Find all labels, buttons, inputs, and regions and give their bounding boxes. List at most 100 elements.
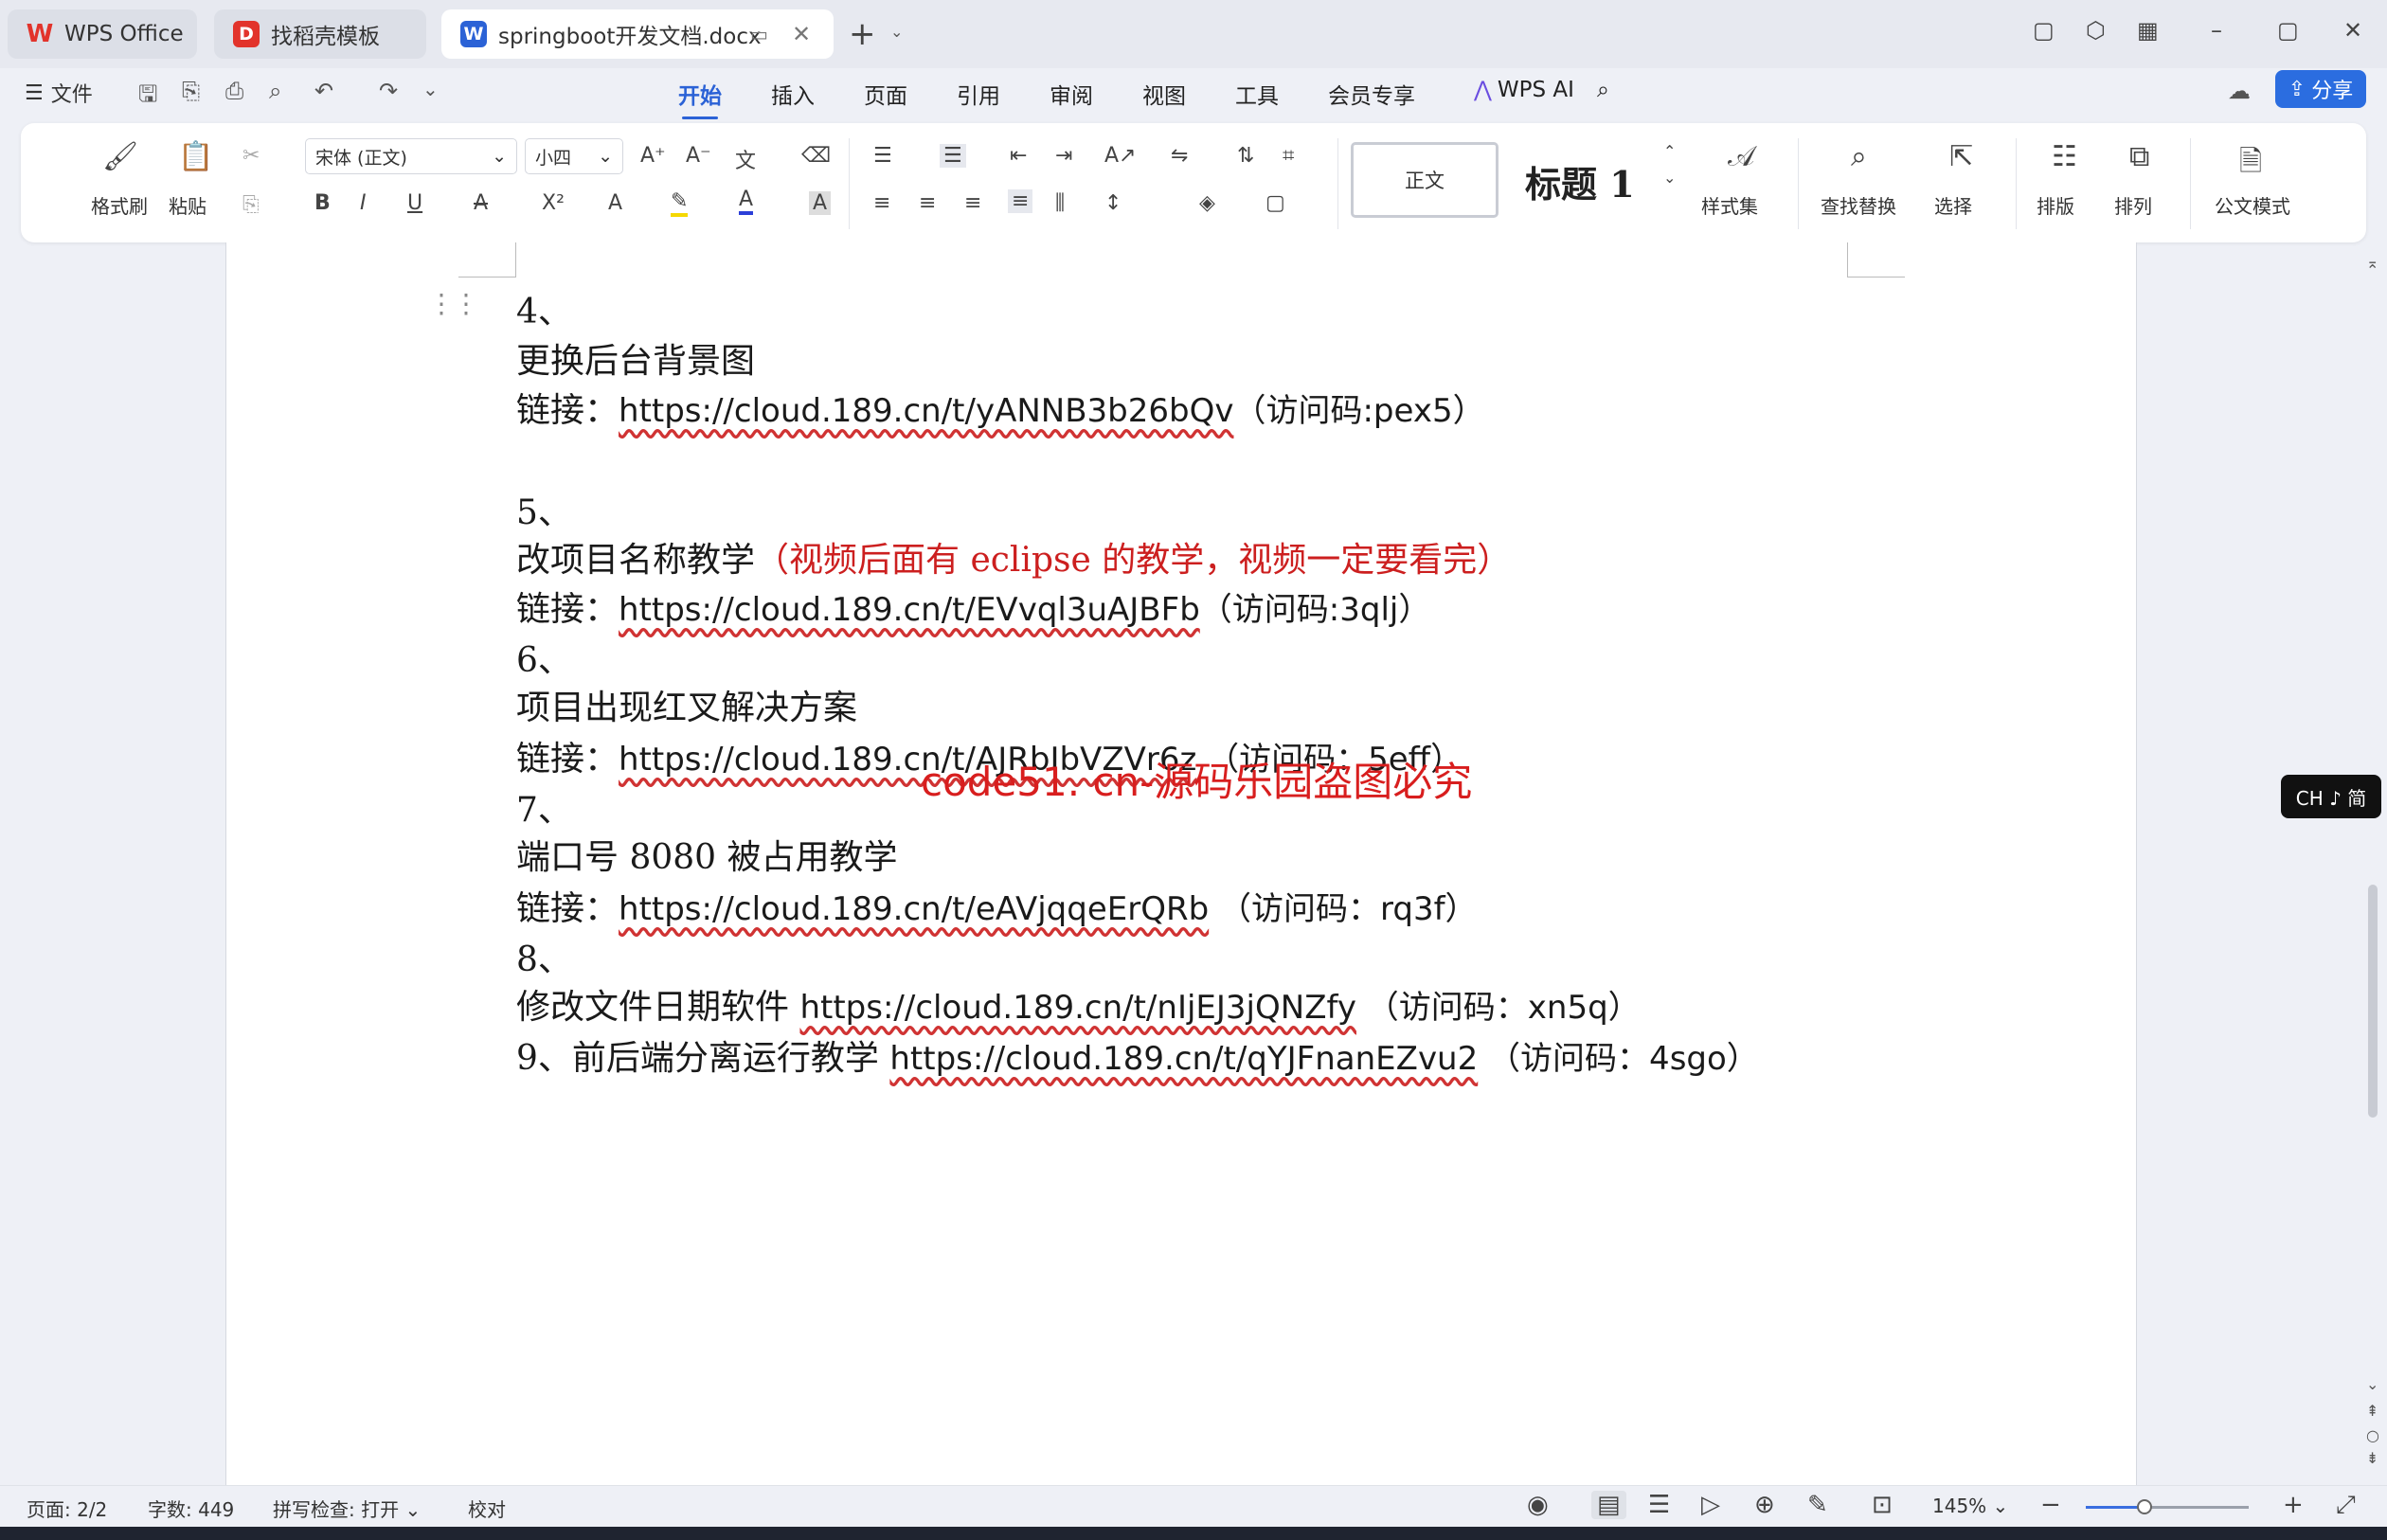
- scroll-down-icon[interactable]: ⌄: [1663, 169, 1676, 187]
- pen-icon[interactable]: ✎: [1807, 1491, 1828, 1519]
- increase-indent-icon[interactable]: ⇥: [1055, 144, 1072, 168]
- new-tab-icon[interactable]: +: [849, 15, 876, 53]
- redo-icon[interactable]: ↷: [379, 78, 398, 104]
- underline-icon[interactable]: U: [407, 191, 422, 215]
- close-window-icon[interactable]: ✕: [2343, 17, 2362, 44]
- scroll-up-icon[interactable]: ⌃: [1663, 142, 1676, 160]
- shrink-font-icon[interactable]: A⁻: [686, 144, 711, 168]
- vertical-scrollbar[interactable]: [2368, 885, 2378, 1118]
- chevron-down-icon[interactable]: ⌄: [422, 78, 439, 100]
- shading-icon[interactable]: ◈: [1199, 191, 1215, 215]
- outline-view-icon[interactable]: ☰: [1648, 1491, 1670, 1519]
- doc-link[interactable]: https://cloud.189.cn/t/EVvql3uAJBFb: [619, 591, 1200, 629]
- arrange-button[interactable]: 排列: [2114, 191, 2152, 219]
- select-button[interactable]: 选择: [1934, 191, 1972, 219]
- save-icon[interactable]: 🖫: [138, 78, 157, 116]
- next-page-icon[interactable]: ⇟: [2366, 1449, 2378, 1467]
- text-direction-icon[interactable]: A↗: [1104, 144, 1136, 168]
- copy-icon[interactable]: ⎘: [242, 193, 260, 217]
- tab-insert[interactable]: 插入: [771, 78, 815, 110]
- text-effect-icon[interactable]: A: [608, 191, 622, 215]
- print-icon[interactable]: ⎙: [225, 78, 243, 104]
- borders-icon[interactable]: ▢: [1265, 191, 1285, 215]
- file-menu[interactable]: ☰ 文件: [25, 78, 93, 108]
- wps-ai-button[interactable]: ⋀ WPS AI: [1474, 78, 1574, 102]
- print-preview-icon[interactable]: ⌕: [269, 78, 281, 104]
- window-layout-icon[interactable]: ▢: [2033, 17, 2055, 44]
- avatar[interactable]: ▦: [2137, 17, 2159, 44]
- superscript-icon[interactable]: X²: [542, 191, 565, 215]
- tab-home[interactable]: 开始: [678, 78, 722, 119]
- font-size-select[interactable]: 小四 ⌄: [525, 138, 623, 174]
- layout-button[interactable]: 排版: [2037, 191, 2074, 219]
- official-mode-button[interactable]: 公文模式: [2215, 191, 2290, 219]
- search-icon[interactable]: ⌕: [1597, 78, 1609, 102]
- screen-icon[interactable]: ▭: [750, 23, 768, 45]
- bold-icon[interactable]: B: [314, 191, 331, 215]
- align-left-icon[interactable]: ≡: [873, 191, 890, 215]
- grow-font-icon[interactable]: A⁺: [640, 144, 666, 168]
- find-replace-button[interactable]: 查找替换: [1821, 191, 1896, 219]
- word-count[interactable]: 字数: 449: [148, 1495, 234, 1522]
- play-icon[interactable]: ▷: [1701, 1491, 1720, 1519]
- fullscreen-icon[interactable]: ⤢: [2336, 1491, 2356, 1520]
- decrease-indent-icon[interactable]: ⇤: [1010, 144, 1027, 168]
- cloud-upload-icon[interactable]: ☁: [2228, 78, 2251, 104]
- align-right-icon[interactable]: ≡: [964, 191, 981, 215]
- italic-icon[interactable]: I: [360, 191, 367, 215]
- tab-tools[interactable]: 工具: [1235, 78, 1279, 110]
- tab-wps-office[interactable]: W WPS Office: [8, 9, 197, 59]
- sort-icon[interactable]: ⇅: [1237, 144, 1254, 168]
- numbered-list-icon[interactable]: ☰: [940, 144, 966, 168]
- cut-icon[interactable]: ✂: [242, 144, 260, 168]
- select-browse-icon[interactable]: ○: [2366, 1426, 2379, 1444]
- tab-review[interactable]: 审阅: [1050, 78, 1093, 110]
- cube-icon[interactable]: ⬡: [2086, 17, 2106, 44]
- font-name-select[interactable]: 宋体 (正文) ⌄: [305, 138, 517, 174]
- show-marks-icon[interactable]: ⌗: [1283, 144, 1294, 168]
- tab-page[interactable]: 页面: [864, 78, 907, 110]
- page-indicator[interactable]: 页面: 2/2: [27, 1495, 107, 1522]
- spell-check-toggle[interactable]: 拼写检查: 打开 ⌄: [273, 1495, 421, 1522]
- align-center-icon[interactable]: ≡: [919, 191, 936, 215]
- distribute-icon[interactable]: ⫼: [1055, 191, 1065, 215]
- font-color-icon[interactable]: A: [739, 188, 754, 215]
- style-set-button[interactable]: 样式集: [1701, 191, 1758, 219]
- web-view-icon[interactable]: ⊕: [1754, 1491, 1775, 1519]
- tab-references[interactable]: 引用: [957, 78, 1000, 110]
- char-shading-icon[interactable]: A: [809, 191, 832, 215]
- collapse-ribbon-icon[interactable]: ⌅: [2366, 254, 2378, 272]
- share-button[interactable]: ⇪ 分享: [2275, 70, 2366, 108]
- doc-link[interactable]: https://cloud.189.cn/t/eAVjqqeErQRb: [619, 890, 1209, 928]
- doc-link[interactable]: https://cloud.189.cn/t/yANNB3b26bQv: [619, 392, 1233, 430]
- style-heading1-button[interactable]: 标题 1: [1525, 155, 1635, 207]
- page-view-icon[interactable]: ▤: [1591, 1491, 1626, 1519]
- fit-page-icon[interactable]: ⊡: [1872, 1491, 1893, 1519]
- highlight-icon[interactable]: ✎: [671, 189, 689, 217]
- justify-icon[interactable]: ≡: [1008, 189, 1033, 213]
- close-tab-icon[interactable]: ✕: [792, 21, 811, 47]
- ime-indicator[interactable]: CH ♪ 简: [2281, 775, 2381, 818]
- zoom-slider-handle[interactable]: [2136, 1499, 2152, 1514]
- prev-page-icon[interactable]: ⇞: [2366, 1402, 2378, 1420]
- zoom-select[interactable]: 145% ⌄: [1932, 1495, 2008, 1517]
- zoom-in-icon[interactable]: +: [2283, 1491, 2304, 1519]
- doc-link[interactable]: https://cloud.189.cn/t/qYJFnanEZvu2: [889, 1040, 1478, 1078]
- undo-icon[interactable]: ↶: [314, 78, 333, 104]
- minimize-icon[interactable]: –: [2211, 17, 2222, 44]
- chevron-down-icon[interactable]: ⌄: [890, 23, 903, 41]
- export-icon[interactable]: ⎘: [182, 78, 200, 104]
- tab-template[interactable]: D 找稻壳模板: [214, 9, 426, 59]
- clear-format-icon[interactable]: ⌫: [801, 144, 831, 168]
- line-spacing-icon[interactable]: ↕: [1104, 191, 1122, 215]
- tab-member[interactable]: 会员专享: [1328, 78, 1415, 110]
- change-case-icon[interactable]: ⇋: [1171, 144, 1188, 168]
- scroll-down-icon[interactable]: ⌄: [2366, 1375, 2378, 1393]
- style-normal-button[interactable]: 正文: [1351, 142, 1499, 218]
- eye-icon[interactable]: ◉: [1527, 1491, 1549, 1519]
- drag-handle-icon[interactable]: ⋮⋮: [428, 288, 479, 319]
- phonetic-icon[interactable]: 文: [735, 144, 756, 174]
- strikethrough-icon[interactable]: A: [474, 191, 488, 215]
- tab-view[interactable]: 视图: [1142, 78, 1186, 110]
- doc-link[interactable]: https://cloud.189.cn/t/nIjEJ3jQNZfy: [799, 989, 1356, 1027]
